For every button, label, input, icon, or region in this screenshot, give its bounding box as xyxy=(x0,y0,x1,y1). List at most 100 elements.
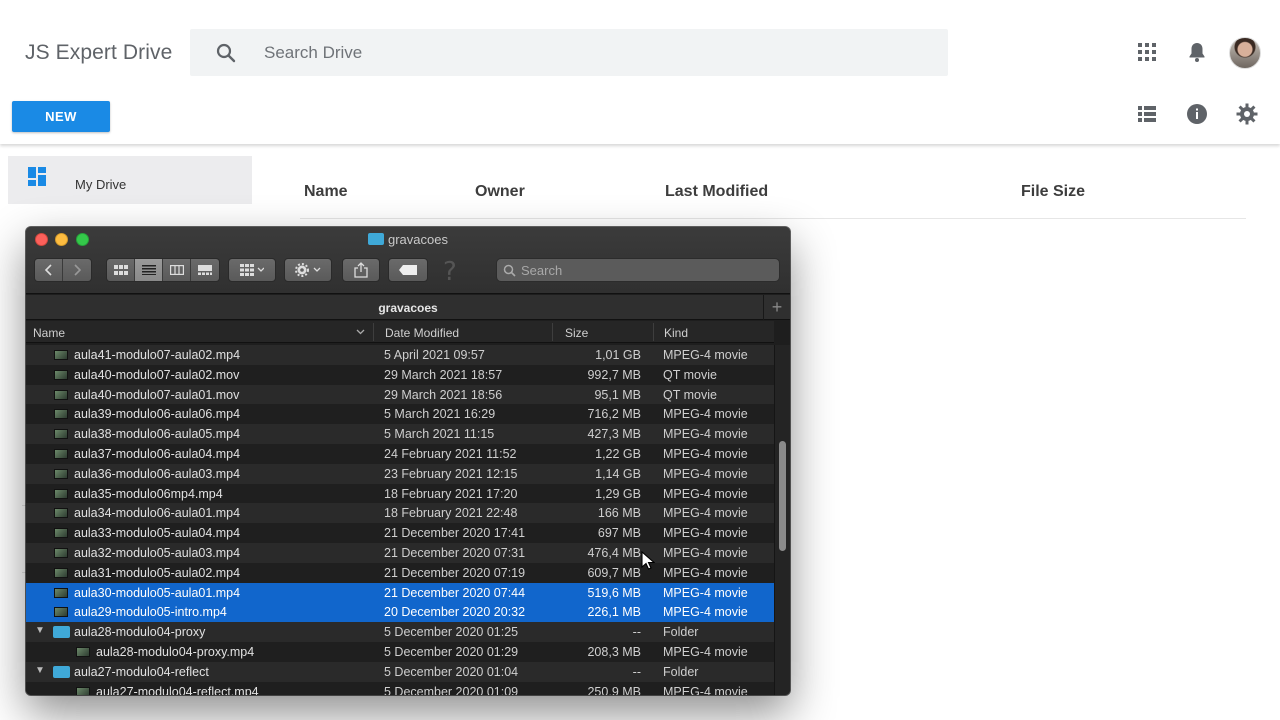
action-menu-button[interactable] xyxy=(284,258,332,282)
vertical-scrollbar[interactable] xyxy=(774,345,790,695)
scrollbar-thumb[interactable] xyxy=(779,441,786,551)
forward-button[interactable] xyxy=(63,259,91,281)
file-row[interactable]: aula37-modulo06-aula04.mp4 24 February 20… xyxy=(26,443,774,464)
file-row[interactable]: aula39-modulo06-aula06.mp4 5 March 2021 1… xyxy=(26,404,774,425)
cell-name: aula30-modulo05-aula01.mp4 xyxy=(74,585,241,600)
view-mode-switcher[interactable] xyxy=(106,258,220,282)
cell-date: 29 March 2021 18:56 xyxy=(384,387,503,402)
cell-kind: Folder xyxy=(663,625,699,640)
sidebar-item-label: My Drive xyxy=(75,177,127,192)
column-header-file-size[interactable]: File Size xyxy=(1021,183,1085,201)
file-row[interactable]: aula40-modulo07-aula02.mov 29 March 2021 … xyxy=(26,364,774,385)
list-view-icon[interactable] xyxy=(1135,102,1159,126)
table-divider xyxy=(300,218,1246,219)
back-button[interactable] xyxy=(35,259,63,281)
cell-name: aula37-modulo06-aula04.mp4 xyxy=(74,446,241,461)
icon-view-button[interactable] xyxy=(107,259,135,281)
cell-date: 18 February 2021 22:48 xyxy=(384,506,518,521)
cell-name: aula29-modulo05-intro.mp4 xyxy=(74,605,227,620)
cell-name: aula34-modulo06-aula01.mp4 xyxy=(74,506,241,521)
column-separator[interactable] xyxy=(552,323,553,341)
finder-titlebar[interactable]: gravacoes ? Search xyxy=(26,227,790,294)
apps-grid-icon[interactable] xyxy=(1135,40,1159,64)
finder-search-field[interactable]: Search xyxy=(496,258,780,282)
cell-date: 24 February 2021 11:52 xyxy=(384,446,517,461)
sidebar-item-my-drive[interactable]: My Drive xyxy=(8,156,252,204)
video-thumbnail-icon xyxy=(54,528,68,539)
cell-name: aula38-modulo06-aula05.mp4 xyxy=(74,427,241,442)
cell-kind: MPEG-4 movie xyxy=(663,506,748,521)
file-row[interactable]: aula32-modulo05-aula03.mp4 21 December 20… xyxy=(26,542,774,563)
nav-buttons[interactable] xyxy=(34,258,92,282)
search-input[interactable] xyxy=(264,29,924,76)
gallery-view-button[interactable] xyxy=(191,259,219,281)
file-row[interactable]: aula41-modulo07-aula02.mp4 5 April 2021 0… xyxy=(26,345,774,365)
tab-gravacoes[interactable]: gravacoes xyxy=(26,301,790,315)
avatar[interactable] xyxy=(1229,37,1261,69)
cell-size: 95,1 MB xyxy=(594,387,641,402)
column-date-modified[interactable]: Date Modified xyxy=(385,326,459,340)
video-thumbnail-icon xyxy=(54,468,68,479)
file-row[interactable]: aula29-modulo05-intro.mp4 20 December 202… xyxy=(26,602,774,623)
column-separator[interactable] xyxy=(373,323,374,341)
cell-size: 716,2 MB xyxy=(587,407,641,422)
group-button[interactable] xyxy=(228,258,276,282)
column-header-owner[interactable]: Owner xyxy=(475,183,525,201)
column-kind[interactable]: Kind xyxy=(664,326,688,340)
cell-size: 992,7 MB xyxy=(587,367,641,382)
disclosure-triangle-icon[interactable]: ▼ xyxy=(35,625,45,636)
cell-size: 697 MB xyxy=(597,526,641,541)
video-thumbnail-icon xyxy=(54,350,68,360)
video-thumbnail-icon xyxy=(54,429,68,440)
cell-kind: QT movie xyxy=(663,367,717,382)
file-row[interactable]: aula36-modulo06-aula03.mp4 23 February 20… xyxy=(26,463,774,484)
file-row[interactable]: aula33-modulo05-aula04.mp4 21 December 20… xyxy=(26,523,774,543)
finder-window[interactable]: gravacoes ? Search gravacoes + Name Date… xyxy=(26,227,790,695)
cell-kind: MPEG-4 movie xyxy=(663,585,748,600)
help-icon[interactable]: ? xyxy=(441,255,463,285)
cell-kind: MPEG-4 movie xyxy=(663,565,748,580)
cell-name: aula40-modulo07-aula02.mov xyxy=(74,367,240,382)
cell-size: 1,14 GB xyxy=(595,466,641,481)
video-thumbnail-icon xyxy=(54,369,68,380)
share-button[interactable] xyxy=(342,258,380,282)
video-thumbnail-icon xyxy=(76,686,90,695)
gallery-view-icon xyxy=(198,265,212,275)
column-size[interactable]: Size xyxy=(565,326,588,340)
cell-size: -- xyxy=(632,625,641,640)
new-button[interactable]: NEW xyxy=(12,101,110,132)
file-row[interactable]: aula30-modulo05-aula01.mp4 21 December 20… xyxy=(26,582,774,603)
new-tab-button[interactable]: + xyxy=(763,295,790,320)
cell-size: -- xyxy=(632,664,641,679)
column-header-last-modified[interactable]: Last Modified xyxy=(665,183,768,201)
file-row[interactable]: aula34-modulo06-aula01.mp4 18 February 20… xyxy=(26,503,774,524)
cell-size: 476,4 MB xyxy=(587,545,641,560)
folder-icon xyxy=(368,233,384,245)
file-row[interactable]: aula40-modulo07-aula01.mov 29 March 2021 … xyxy=(26,384,774,405)
list-view-button[interactable] xyxy=(135,259,163,281)
file-row[interactable]: aula28-modulo04-proxy.mp4 5 December 2020… xyxy=(26,641,774,662)
file-row[interactable]: aula38-modulo06-aula05.mp4 5 March 2021 1… xyxy=(26,424,774,444)
folder-row[interactable]: ▼ aula27-modulo04-reflect 5 December 2020 … xyxy=(26,661,774,682)
column-header-name[interactable]: Name xyxy=(304,183,348,201)
chevron-left-icon xyxy=(44,264,52,276)
column-view-button[interactable] xyxy=(163,259,191,281)
bell-icon[interactable] xyxy=(1185,40,1209,64)
file-list[interactable]: aula41-modulo07-aula02.mp4 5 April 2021 0… xyxy=(26,345,774,695)
disclosure-triangle-icon[interactable]: ▼ xyxy=(35,665,45,676)
folder-row[interactable]: ▼ aula28-modulo04-proxy 5 December 2020 01… xyxy=(26,622,774,642)
video-thumbnail-icon xyxy=(54,547,68,558)
icon-view-icon xyxy=(113,265,128,275)
cell-kind: QT movie xyxy=(663,387,717,402)
cell-kind: MPEG-4 movie xyxy=(663,407,748,422)
file-row[interactable]: aula27-modulo04-reflect.mp4 5 December 20… xyxy=(26,681,774,695)
search-bar[interactable] xyxy=(190,29,948,76)
cell-kind: Folder xyxy=(663,664,699,679)
tags-button[interactable] xyxy=(388,258,428,282)
info-icon[interactable] xyxy=(1185,102,1209,126)
file-row[interactable]: aula31-modulo05-aula02.mp4 21 December 20… xyxy=(26,562,774,583)
gear-icon[interactable] xyxy=(1235,102,1259,126)
column-separator[interactable] xyxy=(653,323,654,341)
file-row[interactable]: aula35-modulo06mp4.mp4 18 February 2021 1… xyxy=(26,483,774,504)
column-name[interactable]: Name xyxy=(33,326,65,340)
